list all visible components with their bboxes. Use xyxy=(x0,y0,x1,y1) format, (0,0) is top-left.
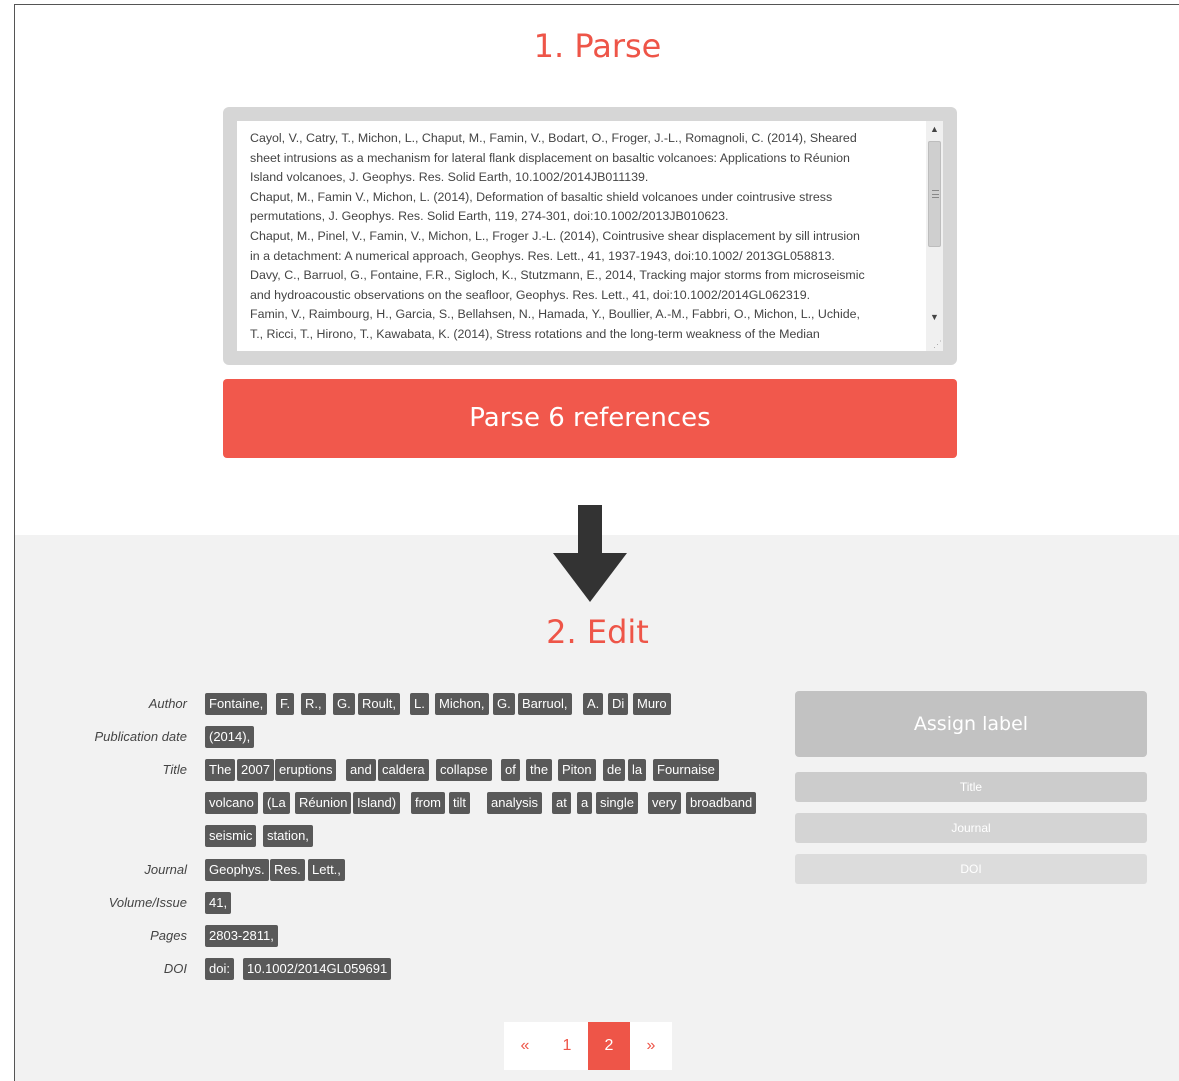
down-arrow-icon xyxy=(553,505,627,602)
reference-line: Chaput, M., Famin V., Michon, L. (2014),… xyxy=(250,189,833,204)
token-title[interactable]: a xyxy=(577,792,593,814)
token-pages[interactable]: 2803-2811, xyxy=(205,925,278,947)
token-title[interactable]: and xyxy=(346,759,376,781)
token-title[interactable]: tilt xyxy=(449,792,470,814)
field-label-journal: Journal xyxy=(144,862,187,877)
token-doi[interactable]: 10.1002/2014GL059691 xyxy=(243,958,392,980)
token-title[interactable]: at xyxy=(552,792,571,814)
grip-icon xyxy=(932,190,939,198)
token-author[interactable]: Fontaine, xyxy=(205,693,268,715)
reference-line: and hydroacoustic observations on the se… xyxy=(250,287,811,302)
token-title[interactable]: 2007 xyxy=(237,759,274,781)
token-journal[interactable]: Res. xyxy=(270,859,305,881)
token-author[interactable]: A. xyxy=(583,693,604,715)
field-label-publication-date: Publication date xyxy=(94,729,187,744)
reference-line: T., Ricci, T., Hirono, T., Kawabata, K. … xyxy=(250,326,820,341)
token-volume-issue[interactable]: 41, xyxy=(205,892,232,914)
references-textarea[interactable]: Cayol, V., Catry, T., Michon, L., Chaput… xyxy=(237,121,943,351)
assign-label-button[interactable]: Assign label xyxy=(795,691,1147,757)
reference-line: Chaput, M., Pinel, V., Famin, V., Michon… xyxy=(250,228,860,243)
reference-line: Cayol, V., Catry, T., Michon, L., Chaput… xyxy=(250,131,857,145)
parse-title: 1. Parse xyxy=(533,27,662,65)
field-label-pages: Pages xyxy=(150,928,187,943)
token-title[interactable]: de xyxy=(603,759,626,781)
token-author[interactable]: G. xyxy=(333,693,355,715)
token-title[interactable]: broadband xyxy=(686,792,757,814)
token-author[interactable]: Michon, xyxy=(435,693,489,715)
token-title[interactable]: very xyxy=(648,792,681,814)
token-title[interactable]: Fournaise xyxy=(653,759,719,781)
reference-line: Famin, V., Raimbourg, H., Garcia, S., Be… xyxy=(250,307,860,322)
scroll-down-arrow-icon[interactable]: ▼ xyxy=(926,309,943,326)
token-publication-date[interactable]: (2014), xyxy=(205,726,255,748)
references-textarea-wrapper: Cayol, V., Catry, T., Michon, L., Chaput… xyxy=(223,107,957,365)
pagination-prev[interactable]: « xyxy=(504,1022,546,1070)
parse-section: 1. Parse Cayol, V., Catry, T., Michon, L… xyxy=(15,5,1179,535)
field-label-doi: DOI xyxy=(163,961,187,976)
token-journal[interactable]: Lett., xyxy=(308,859,345,881)
token-title[interactable]: caldera xyxy=(378,759,429,781)
token-title[interactable]: of xyxy=(501,759,520,781)
resize-handle-icon[interactable]: ⋰ xyxy=(930,338,942,350)
token-author[interactable]: Barruol, xyxy=(518,693,572,715)
token-author[interactable]: Di xyxy=(608,693,629,715)
token-author[interactable]: L. xyxy=(410,693,429,715)
token-author[interactable]: R., xyxy=(301,693,326,715)
token-title[interactable]: single xyxy=(596,792,638,814)
token-author[interactable]: G. xyxy=(493,693,515,715)
pagination-page-2[interactable]: 2 xyxy=(588,1022,630,1070)
label-option-journal[interactable]: Journal xyxy=(795,813,1147,843)
token-author[interactable]: Muro xyxy=(633,693,671,715)
scroll-thumb[interactable] xyxy=(928,141,941,247)
token-title[interactable]: station, xyxy=(263,825,313,847)
field-label-author: Author xyxy=(148,696,187,711)
label-option-title[interactable]: Title xyxy=(795,772,1147,802)
token-title[interactable]: eruptions xyxy=(275,759,337,781)
token-doi[interactable]: doi: xyxy=(205,958,234,980)
token-title[interactable]: seismic xyxy=(205,825,257,847)
edit-title: 2. Edit xyxy=(546,613,649,651)
references-text: Cayol, V., Catry, T., Michon, L., Chaput… xyxy=(250,129,918,345)
token-title[interactable]: The xyxy=(205,759,236,781)
field-label-title: Title xyxy=(162,762,187,777)
token-title[interactable]: la xyxy=(628,759,647,781)
reference-line: in a detachment: A numerical approach, G… xyxy=(250,248,835,263)
app-frame: 1. Parse Cayol, V., Catry, T., Michon, L… xyxy=(14,4,1179,1081)
token-title[interactable]: the xyxy=(526,759,553,781)
token-title[interactable]: Island) xyxy=(353,792,401,814)
pagination-page-1[interactable]: 1 xyxy=(546,1022,588,1070)
token-journal[interactable]: Geophys. xyxy=(205,859,269,881)
token-author[interactable]: Roult, xyxy=(358,693,400,715)
token-title[interactable]: analysis xyxy=(487,792,542,814)
token-title[interactable]: Réunion xyxy=(295,792,352,814)
scroll-up-arrow-icon[interactable]: ▲ xyxy=(926,121,943,138)
edit-section: 2. Edit Author Fontaine, F. R., G. Roult, L. Mi… xyxy=(15,535,1179,1081)
token-title[interactable]: Piton xyxy=(558,759,596,781)
pagination-next[interactable]: » xyxy=(630,1022,672,1070)
reference-line: Island volcanoes, J. Geophys. Res. Solid… xyxy=(250,170,649,185)
reference-line: Davy, C., Barruol, G., Fontaine, F.R., S… xyxy=(250,268,865,283)
pagination: « 1 2 » xyxy=(504,1022,672,1070)
token-title[interactable]: (La xyxy=(263,792,290,814)
reference-line: sheet intrusions as a mechanism for late… xyxy=(250,150,850,165)
token-author[interactable]: F. xyxy=(276,693,295,715)
token-title[interactable]: from xyxy=(411,792,445,814)
reference-line: permutations, J. Geophys. Res. Solid Ear… xyxy=(250,209,729,224)
token-title[interactable]: collapse xyxy=(436,759,492,781)
label-option-doi[interactable]: DOI xyxy=(795,854,1147,884)
token-title[interactable]: volcano xyxy=(205,792,258,814)
field-label-volume-issue: Volume/Issue xyxy=(108,895,187,910)
parse-references-button[interactable]: Parse 6 references xyxy=(223,379,957,458)
textarea-scrollbar[interactable]: ▲ ▼ xyxy=(926,121,943,351)
